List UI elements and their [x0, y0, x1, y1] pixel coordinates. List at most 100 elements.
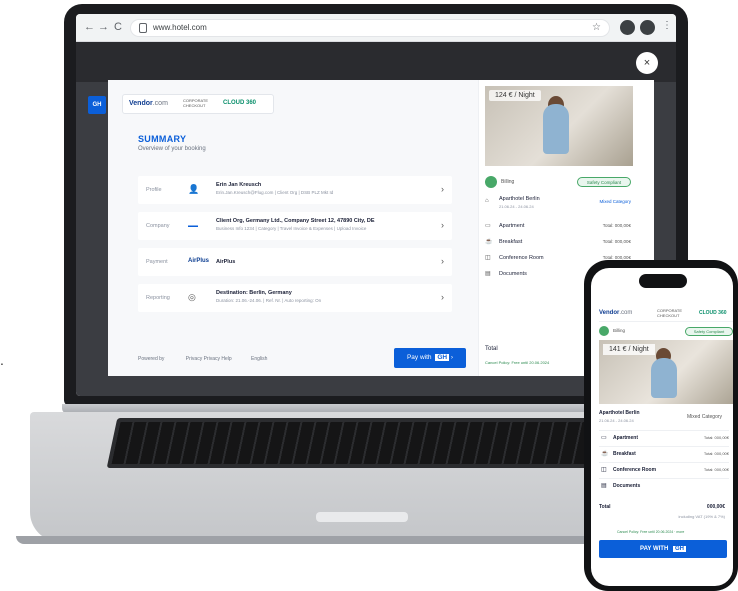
total-label: Total: [599, 504, 611, 510]
row-main: Destination: Berlin, Germany: [216, 290, 292, 296]
company-logo-icon: ▬▬: [188, 223, 198, 229]
chevron-right-icon: ›: [441, 256, 444, 266]
person-icon: 👤: [188, 184, 200, 194]
chevron-right-icon: ›: [441, 292, 444, 302]
pay-button[interactable]: PAY WITH GH: [599, 540, 727, 558]
apartment-row[interactable]: ▭ Apartment Total: 000,00€: [599, 430, 729, 444]
laptop-keyboard: [106, 418, 608, 468]
photo-person: [543, 104, 569, 154]
pay-button-label: Pay with: [406, 354, 432, 361]
vat-note: including VAT (19% & 7%): [678, 514, 725, 519]
keys: [111, 422, 603, 464]
breakfast-row[interactable]: ☕ Breakfast Total: 000,00€: [599, 446, 729, 460]
price-badge: 141 € / Night: [603, 344, 655, 355]
profile-avatar[interactable]: [640, 20, 655, 35]
summary-title: SUMMARY: [138, 134, 187, 144]
hotel-name-row: ⌂ Aparthotel Berlin 21.06.24 - 24.06.24 …: [485, 196, 633, 216]
item-label: Documents: [499, 271, 527, 277]
smartphone: Vendor.com CORPORATE CHECKOUT CLOUD 360 …: [584, 260, 738, 591]
eco-label: Billing: [501, 179, 515, 185]
leaf-icon: [599, 326, 609, 336]
vendor-logo: Vendor.com: [599, 310, 633, 316]
hotel-category: Mixed Category: [687, 414, 723, 420]
item-value: Total: 000,00€: [703, 451, 729, 456]
reload-button[interactable]: C: [114, 21, 122, 33]
laptop-lip: [16, 536, 596, 544]
profile-row[interactable]: Profile 👤 Erin Jan Kreusch Erin.Jan.Kreu…: [138, 176, 452, 204]
item-value: Total: 000,00€: [703, 435, 729, 440]
checkout-modal: Vendor.com CORPORATE CHECKOUT CLOUD 360 …: [108, 80, 654, 376]
footer-links[interactable]: Privacy Privacy Help: [186, 356, 232, 362]
leaf-icon: [485, 176, 497, 188]
phone-brand-bar: Vendor.com CORPORATE CHECKOUT CLOUD 360: [599, 306, 733, 322]
row-sub: Erin.Jan.Kreusch@Flug.com | Client Org |…: [216, 190, 334, 195]
vendor-logo: Vendor.com: [129, 100, 168, 107]
item-label: Apartment: [499, 223, 525, 229]
browser-menu-icon[interactable]: ⋮: [662, 20, 672, 31]
lock-icon: [139, 23, 147, 33]
eco-row: Billing Safety Compliant: [485, 176, 633, 190]
checkout-tag: CORPORATE CHECKOUT: [183, 98, 209, 108]
row-sub: Business Info 1234 | Category | Travel I…: [216, 226, 367, 231]
summary-panel: Vendor.com CORPORATE CHECKOUT CLOUD 360 …: [108, 80, 478, 376]
eco-badge: Safety Compliant: [577, 177, 631, 187]
modal-footer: Powered by Privacy Privacy Help English: [138, 356, 267, 362]
page-header-dark: [76, 42, 676, 82]
hotel-dates: 21.06.24 - 24.06.24: [499, 204, 534, 209]
language-select[interactable]: English: [251, 356, 267, 362]
item-value: Total: 000,00€: [602, 239, 631, 244]
pay-brand-logo: GH: [672, 546, 686, 552]
documents-row[interactable]: ▤ Documents: [599, 478, 729, 492]
pay-button-label: PAY WITH: [640, 546, 669, 552]
row-main: Erin Jan Kreusch: [216, 182, 262, 188]
hotel-photo: 124 € / Night: [485, 86, 633, 166]
address-url: www.hotel.com: [153, 23, 207, 32]
marketing-scene: . ← → C www.hotel.com ☆ ⋮ × GH Vendor.co…: [0, 0, 738, 591]
extension-icon[interactable]: [620, 20, 635, 35]
payment-row[interactable]: Payment AirPlus AirPlus ›: [138, 248, 452, 276]
price-badge: 124 € / Night: [489, 90, 541, 101]
conference-row[interactable]: ◫ Conference Room Total: 000,00€: [599, 462, 729, 476]
chevron-right-icon: ›: [450, 354, 454, 361]
reporting-row[interactable]: Reporting ◎ Destination: Berlin, Germany…: [138, 284, 452, 312]
total-label: Total: [485, 346, 498, 352]
item-label: Documents: [613, 483, 641, 489]
company-row[interactable]: Company ▬▬ Client Org, Germany Ltd., Com…: [138, 212, 452, 240]
chevron-right-icon: ›: [441, 220, 444, 230]
bullet-dot: .: [0, 352, 4, 368]
bed-icon: ▭: [485, 223, 491, 229]
hotel-dates: 21.06.24 - 24.06.24: [599, 418, 634, 423]
forward-button[interactable]: →: [98, 21, 109, 33]
checkout-tag: CORPORATE CHECKOUT: [657, 308, 683, 318]
bed-icon: ▭: [601, 435, 607, 441]
row-label: Payment: [146, 259, 168, 265]
row-sub: Duration: 21.06.-24.06. | Ref. Nr. | Aut…: [216, 298, 322, 303]
reporting-icon: ◎: [188, 292, 196, 302]
bookmark-star-icon[interactable]: ☆: [592, 22, 601, 33]
partner-logo: CLOUD 360: [223, 100, 257, 106]
apartment-row[interactable]: ▭ Apartment Total: 000,00€: [485, 220, 633, 234]
back-button[interactable]: ←: [84, 21, 95, 33]
document-icon: ▤: [485, 271, 491, 277]
item-label: Breakfast: [613, 451, 636, 457]
item-label: Breakfast: [499, 239, 523, 245]
address-bar[interactable]: www.hotel.com ☆: [130, 19, 610, 37]
coffee-icon: ☕: [601, 451, 609, 457]
item-label: Conference Room: [499, 255, 544, 261]
row-label: Company: [146, 223, 170, 229]
row-label: Reporting: [146, 295, 170, 301]
cancel-policy: Cancel Policy: Free until 20.06.2024 · m…: [617, 530, 685, 534]
pay-button[interactable]: Pay with GH ›: [394, 348, 466, 368]
coffee-icon: ☕: [485, 239, 493, 245]
trackpad-notch: [316, 512, 408, 522]
meeting-icon: ◫: [601, 467, 607, 473]
close-modal-button[interactable]: ×: [636, 52, 658, 74]
phone-screen: Vendor.com CORPORATE CHECKOUT CLOUD 360 …: [591, 268, 733, 586]
item-label: Apartment: [613, 435, 639, 441]
total-value: 000,00€: [706, 504, 725, 510]
hotel-category: Mixed Category: [599, 199, 631, 204]
breakfast-row[interactable]: ☕ Breakfast Total: 000,00€: [485, 236, 633, 250]
vendor-brand-bar: Vendor.com CORPORATE CHECKOUT CLOUD 360: [122, 94, 274, 114]
phone-notch: [639, 274, 687, 288]
item-label: Conference Room: [613, 467, 657, 473]
